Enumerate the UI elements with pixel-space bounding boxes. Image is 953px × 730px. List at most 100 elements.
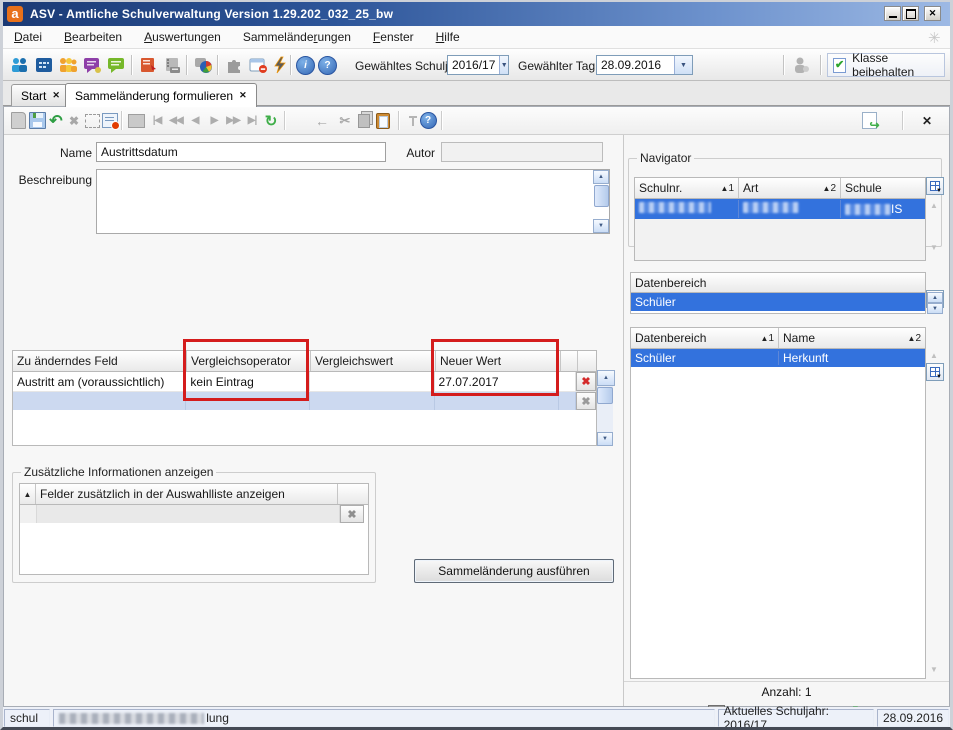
busy-spinner-icon: ✳ [928,29,941,47]
teachers-button[interactable] [56,53,79,77]
menu-datei[interactable]: Datei [3,27,53,47]
tab-sammelaenderung-formulieren[interactable]: Sammeländerung formulieren ✕ [65,83,257,107]
toolbar-separator [820,55,821,75]
tab-close-icon[interactable]: ✕ [239,90,247,101]
column-header-feld[interactable]: Zu änderndes Feld [13,351,187,371]
report-book-button[interactable] [136,53,159,77]
refresh-button[interactable]: ↻ [261,110,281,131]
cell-wert[interactable] [310,392,435,410]
close-window-button[interactable] [246,53,269,77]
column-header-schule[interactable]: Schule [841,178,925,198]
paste-button[interactable] [373,110,393,131]
column-picker-button[interactable]: ▼ [926,363,944,381]
cell-schule-partial: IS [841,202,925,216]
close-button[interactable]: ✕ [924,6,941,21]
messages-green-button[interactable] [104,53,127,77]
column-header-datenbereich[interactable]: Datenbereich [631,273,925,293]
minimize-button[interactable] [884,6,901,21]
scrollbar-thumb[interactable] [597,387,613,404]
menu-sammelaenderungen[interactable]: Sammeländerungen [232,27,362,47]
first-record-icon: |◀ [153,115,162,126]
status-value: lung [206,711,229,725]
cell-value: IS [891,202,902,216]
print-list-button[interactable] [160,53,183,77]
name-input[interactable] [96,142,386,162]
delete-row-button[interactable]: ✖ [576,372,596,391]
navigator-legend: Navigator [637,151,694,165]
close-view-button[interactable]: ✕ [917,110,937,131]
messages-purple-button[interactable] [80,53,103,77]
undo-button[interactable]: ↶ [46,110,66,131]
tab-close-icon[interactable]: ✕ [52,90,60,101]
field-row-selected[interactable]: Schüler Herkunft [631,349,925,367]
klasse-checkbox[interactable]: ✔ [833,58,846,73]
export-icon: ↪ [862,112,877,129]
spin-up-button[interactable]: ▲ [927,292,943,303]
modules-button[interactable] [222,53,245,77]
help-button[interactable]: ? [316,53,339,77]
people-orange-icon [58,56,78,74]
schuljahr-combobox[interactable]: 2016/17 ▼ [447,55,509,75]
record-list-button [126,110,146,131]
edit-form-button[interactable] [100,110,120,131]
title-bar[interactable]: a ASV - Amtliche Schulverwaltung Version… [3,2,950,26]
cell-feld[interactable] [13,392,186,410]
menu-fenster[interactable]: Fenster [362,27,425,47]
scroll-down-button[interactable]: ▼ [597,432,613,446]
tag-combobox[interactable]: 28.09.2016 ▼ [596,55,693,75]
spin-down-button[interactable]: ▼ [927,303,943,314]
anzahl-status: Anzahl: 1 [624,681,949,699]
column-header-datenbereich[interactable]: Datenbereich▲1 [631,328,779,348]
tab-start[interactable]: Start ✕ [11,84,70,106]
menu-bearbeiten[interactable]: Bearbeiten [53,27,133,47]
building-icon [34,56,54,74]
menu-mnemonic: A [144,30,152,44]
cell-feld[interactable]: Austritt am (voraussichtlich) [13,372,186,391]
info-button[interactable]: i [294,53,317,77]
export-button[interactable]: ↪ [859,110,879,131]
quick-action-button[interactable] [268,53,291,77]
cell-wert[interactable] [310,372,435,391]
maximize-button[interactable] [902,6,919,21]
column-header-vergleichswert[interactable]: Vergleichswert [311,351,436,371]
students-button[interactable] [8,53,31,77]
column-header-name[interactable]: Name▲2 [779,328,925,348]
menu-hilfe[interactable]: Hilfe [425,27,471,47]
zusatz-table: ▲ Felder zusätzlich in der Auswahlliste … [19,483,369,575]
cell-art-redacted [739,200,841,218]
chevron-down-icon[interactable]: ▼ [499,56,508,74]
empty-field[interactable] [37,505,340,523]
maximize-icon [906,9,916,19]
context-help-button[interactable]: ? [418,110,438,131]
column-header-felder[interactable]: Felder zusätzlich in der Auswahlliste an… [36,484,338,504]
change-table-scrollbar[interactable]: ▲ ▼ [597,370,613,446]
toolbar-separator [290,55,291,75]
sort-asc-1: ▲1 [721,183,734,194]
sort-column-header[interactable]: ▲ [20,484,36,504]
school-button[interactable] [32,53,55,77]
fields-table-header: Datenbereich▲1 Name▲2 [631,328,925,349]
close-icon: ✕ [929,8,937,19]
datenbereich-row-selected[interactable]: Schüler [631,293,925,311]
app-logo-icon: a [7,6,23,22]
cell-datenbereich: Schüler [631,351,779,365]
column-header-art[interactable]: Art▲2 [739,178,841,198]
scroll-up-button[interactable]: ▲ [593,170,609,184]
statistics-button[interactable] [191,53,214,77]
execute-button[interactable]: Sammeländerung ausführen [414,559,614,583]
zusatz-legend: Zusätzliche Informationen anzeigen [21,465,216,479]
zusatz-empty-row[interactable]: ✖ [20,505,368,523]
save-button[interactable] [27,110,47,131]
column-picker-button[interactable]: ▼ [926,177,944,195]
scroll-down-button[interactable]: ▼ [593,219,609,233]
redacted-text [743,202,799,213]
school-row-selected[interactable]: IS [635,199,925,219]
scrollbar-thumb[interactable] [594,185,609,207]
delete-icon: ✖ [69,114,79,128]
column-header-schulnr[interactable]: Schulnr.▲1 [635,178,739,198]
chevron-down-icon[interactable]: ▼ [674,56,692,74]
menu-auswertungen[interactable]: Auswertungen [133,27,232,47]
scroll-up-button[interactable]: ▲ [597,370,615,386]
beschreibung-textarea[interactable]: ▲ ▼ [96,169,610,234]
sort-asc-icon: ▲ [908,334,916,343]
